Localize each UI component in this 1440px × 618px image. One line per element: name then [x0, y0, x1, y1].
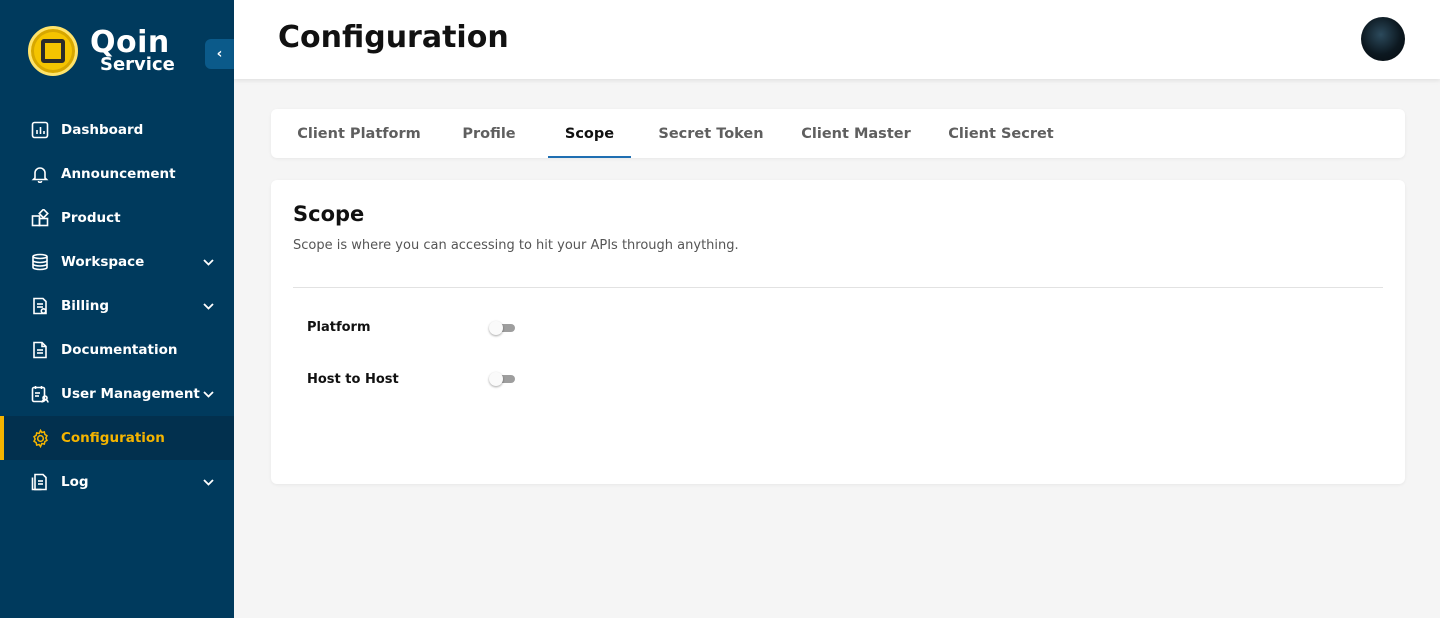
sidebar-item-label: Announcement — [61, 166, 176, 182]
avatar[interactable] — [1361, 17, 1405, 61]
tab-secret-token[interactable]: Secret Token — [651, 109, 771, 158]
chevron-down-icon — [203, 475, 214, 489]
database-icon — [30, 252, 50, 272]
tab-client-master[interactable]: Client Master — [793, 109, 919, 158]
section-description: Scope is where you can accessing to hit … — [293, 238, 739, 253]
config-tabs: Client Platform Profile Scope Secret Tok… — [271, 109, 1405, 158]
platform-toggle[interactable] — [489, 321, 517, 335]
tab-scope[interactable]: Scope — [548, 109, 631, 158]
chevron-left-icon: ‹ — [216, 46, 223, 62]
page-title: Configuration — [278, 20, 509, 55]
gear-icon — [30, 428, 50, 448]
brand-sub: Service — [100, 54, 175, 75]
qoin-logo-icon — [28, 26, 78, 76]
sidebar-item-label: Log — [61, 474, 89, 490]
log-icon — [30, 472, 50, 492]
sidebar-item-configuration[interactable]: Configuration — [0, 416, 234, 460]
sidebar-item-label: Configuration — [61, 430, 165, 446]
dashboard-icon — [30, 120, 50, 140]
billing-icon — [30, 296, 50, 316]
host-to-host-label: Host to Host — [307, 372, 399, 387]
host-to-host-toggle[interactable] — [489, 372, 517, 386]
sidebar-item-user-management[interactable]: User Management — [0, 372, 234, 416]
brand-logo[interactable]: Qoin Service — [28, 26, 175, 76]
sidebar: Qoin Service ‹ Dashboard Announcement Pr… — [0, 0, 234, 618]
sidebar-item-label: Product — [61, 210, 121, 226]
section-title: Scope — [293, 202, 365, 226]
tab-client-secret[interactable]: Client Secret — [939, 109, 1063, 158]
product-icon — [30, 208, 50, 228]
sidebar-item-log[interactable]: Log — [0, 460, 234, 504]
sidebar-item-dashboard[interactable]: Dashboard — [0, 108, 234, 152]
sidebar-item-label: Billing — [61, 298, 110, 314]
sidebar-item-label: Workspace — [61, 254, 145, 270]
chevron-down-icon — [203, 387, 214, 401]
chevron-down-icon — [203, 299, 214, 313]
tab-client-platform[interactable]: Client Platform — [291, 109, 427, 158]
sidebar-item-product[interactable]: Product — [0, 196, 234, 240]
top-header: Configuration — [234, 0, 1440, 79]
sidebar-nav: Dashboard Announcement Product Workspace — [0, 108, 234, 504]
scope-panel: Scope Scope is where you can accessing t… — [271, 180, 1405, 484]
sidebar-item-label: Documentation — [61, 342, 178, 358]
sidebar-item-documentation[interactable]: Documentation — [0, 328, 234, 372]
divider — [293, 287, 1383, 288]
document-icon — [30, 340, 50, 360]
tab-profile[interactable]: Profile — [449, 109, 529, 158]
sidebar-item-label: Dashboard — [61, 122, 144, 138]
sidebar-item-label: User Management — [61, 386, 200, 402]
sidebar-item-announcement[interactable]: Announcement — [0, 152, 234, 196]
platform-label: Platform — [307, 320, 371, 335]
sidebar-item-workspace[interactable]: Workspace — [0, 240, 234, 284]
collapse-sidebar-button[interactable]: ‹ — [205, 39, 234, 69]
sidebar-item-billing[interactable]: Billing — [0, 284, 234, 328]
user-management-icon — [30, 384, 50, 404]
chevron-down-icon — [203, 255, 214, 269]
bell-icon — [30, 164, 50, 184]
